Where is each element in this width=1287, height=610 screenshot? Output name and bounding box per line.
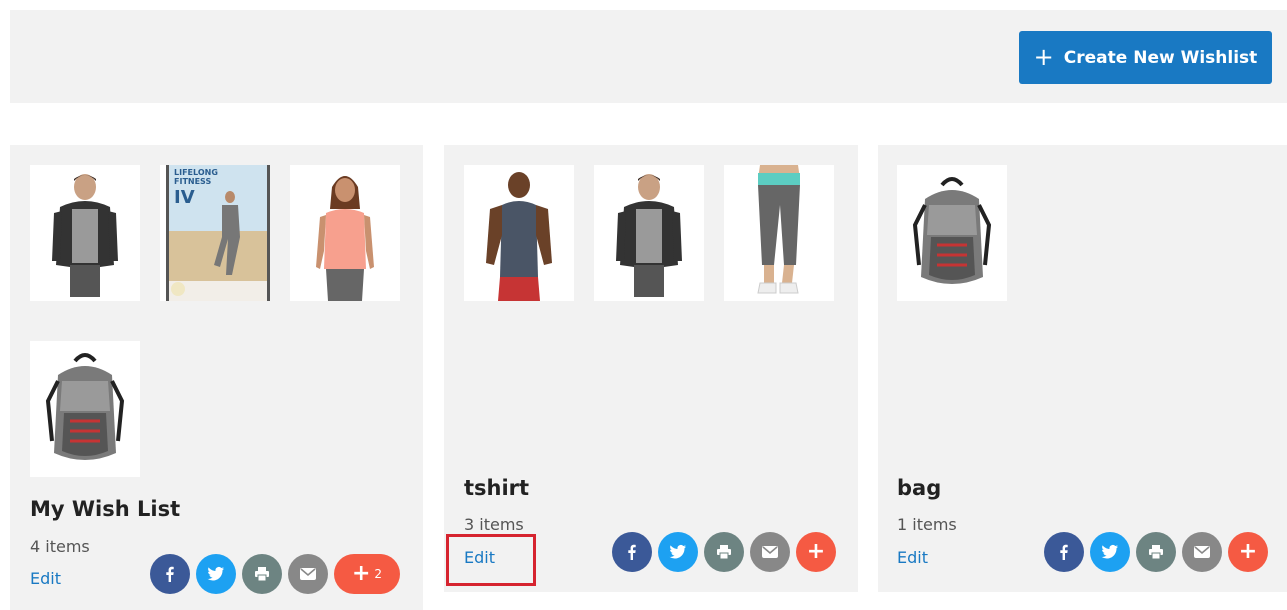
share-buttons: + <box>612 532 836 572</box>
svg-text:LIFELONG: LIFELONG <box>174 168 218 177</box>
product-thumbnail-hoodie[interactable] <box>30 165 140 301</box>
facebook-icon <box>166 566 174 582</box>
share-print-button[interactable] <box>242 554 282 594</box>
edit-wishlist-link[interactable]: Edit <box>30 569 61 588</box>
create-new-wishlist-label: Create New Wishlist <box>1063 47 1258 68</box>
wishlist-item-count: 1 items <box>897 515 957 534</box>
backpack-image <box>912 177 992 284</box>
email-icon <box>762 546 778 558</box>
product-thumbnail-pink-tee[interactable] <box>290 165 400 301</box>
share-more-button[interactable]: + <box>796 532 836 572</box>
edit-link-highlight <box>446 534 536 586</box>
share-facebook-button[interactable] <box>1044 532 1084 572</box>
product-thumbnail-backpack[interactable] <box>30 341 140 477</box>
svg-text:IV: IV <box>174 187 195 208</box>
email-icon <box>1194 546 1210 558</box>
capri-leggings-image <box>757 165 800 294</box>
share-email-button[interactable] <box>1182 532 1222 572</box>
wishlist-card: LIFELONG FITNESS IV My Wish List 4 items… <box>10 145 423 610</box>
plus-icon: + <box>351 561 371 586</box>
share-more-count: 2 <box>374 567 383 581</box>
share-more-button[interactable]: + <box>1228 532 1268 572</box>
wishlist-card: tshirt 3 items Edit + <box>444 145 858 592</box>
plus-icon: + <box>1033 42 1054 71</box>
facebook-icon <box>628 544 636 560</box>
twitter-icon <box>669 544 686 559</box>
wishlist-toolbar: + Create New Wishlist <box>10 10 1287 103</box>
hoodie-man-image <box>52 174 118 297</box>
wishlist-card: bag 1 items Edit + <box>878 145 1287 592</box>
plus-icon: + <box>806 539 826 564</box>
share-email-button[interactable] <box>288 554 328 594</box>
backpack-image <box>45 353 125 460</box>
print-icon <box>1149 545 1163 559</box>
facebook-icon <box>1060 544 1068 560</box>
product-thumbnail-fitness-dvd[interactable]: LIFELONG FITNESS IV <box>160 165 270 301</box>
share-facebook-button[interactable] <box>150 554 190 594</box>
plus-icon: + <box>1238 539 1258 564</box>
print-icon <box>717 545 731 559</box>
email-icon <box>300 568 316 580</box>
wishlist-item-count: 4 items <box>30 537 90 556</box>
share-print-button[interactable] <box>1136 532 1176 572</box>
svg-text:FITNESS: FITNESS <box>174 177 211 186</box>
wishlist-item-count: 3 items <box>464 515 524 534</box>
pink-tee-woman-image <box>316 176 374 301</box>
wishlist-name: tshirt <box>464 476 530 500</box>
tank-top-man-image <box>486 172 552 301</box>
twitter-icon <box>207 566 224 581</box>
product-thumbnail-hoodie[interactable] <box>594 165 704 301</box>
share-buttons: + <box>1044 532 1268 572</box>
share-more-button[interactable]: + 2 <box>334 554 400 594</box>
hoodie-man-image <box>616 174 682 297</box>
fitness-dvd-image: LIFELONG FITNESS IV <box>166 165 270 301</box>
share-email-button[interactable] <box>750 532 790 572</box>
product-thumbnail-capri[interactable] <box>724 165 834 301</box>
share-buttons: + 2 <box>150 554 400 594</box>
share-facebook-button[interactable] <box>612 532 652 572</box>
print-icon <box>255 567 269 581</box>
create-new-wishlist-button[interactable]: + Create New Wishlist <box>1019 31 1272 84</box>
share-print-button[interactable] <box>704 532 744 572</box>
product-thumbnail-tank-top[interactable] <box>464 165 574 301</box>
twitter-icon <box>1101 544 1118 559</box>
share-twitter-button[interactable] <box>658 532 698 572</box>
share-twitter-button[interactable] <box>1090 532 1130 572</box>
wishlist-name: bag <box>897 476 942 500</box>
share-twitter-button[interactable] <box>196 554 236 594</box>
wishlist-name: My Wish List <box>30 497 181 521</box>
edit-wishlist-link[interactable]: Edit <box>897 548 928 567</box>
product-thumbnail-backpack[interactable] <box>897 165 1007 301</box>
